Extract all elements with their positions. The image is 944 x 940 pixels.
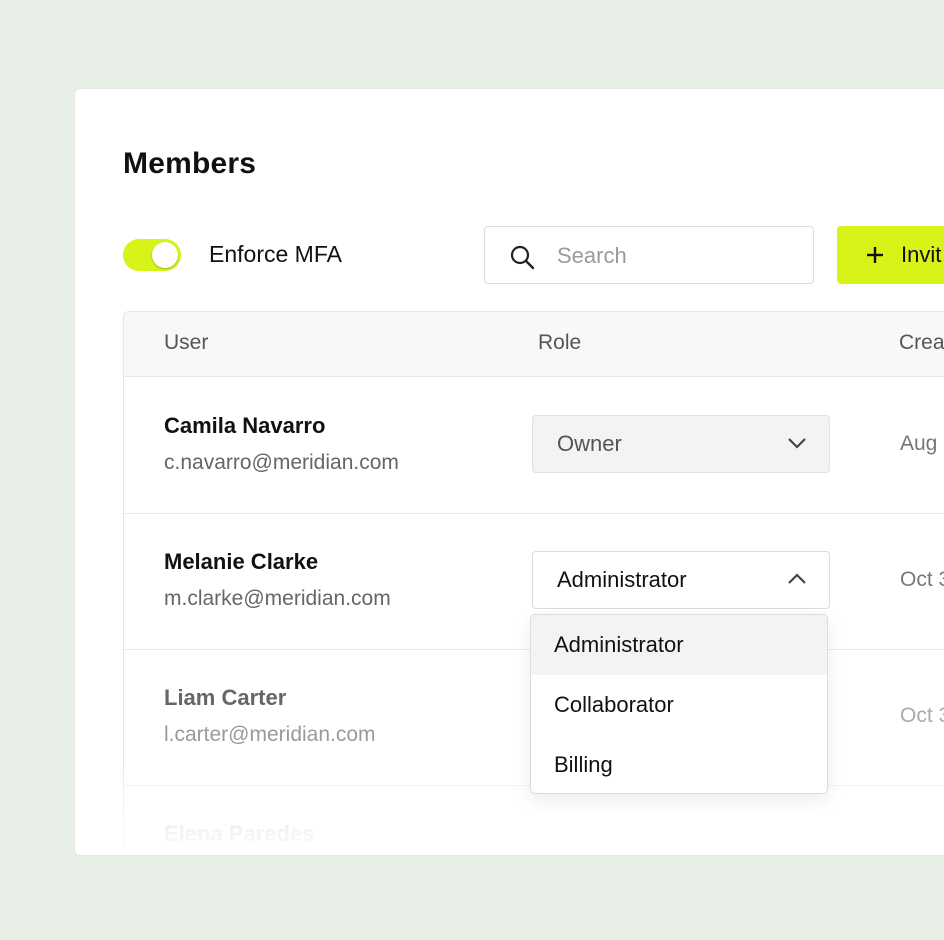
search-icon: [510, 245, 535, 270]
role-dropdown-menu: Administrator Collaborator Billing: [530, 614, 828, 794]
role-select[interactable]: Administrator: [532, 551, 830, 609]
user-name: Elena Paredes: [164, 821, 315, 846]
invite-button[interactable]: Invit: [837, 226, 944, 284]
table-header: User Role Crea: [124, 312, 944, 377]
table-row: Camila Navarro c.navarro@meridian.com Ow…: [124, 377, 944, 514]
enforce-mfa-label: Enforce MFA: [209, 241, 342, 267]
created-date: Oct 3: [900, 704, 944, 727]
role-select-value: Administrator: [557, 567, 687, 592]
user-email: m.clarke@meridian.com: [164, 587, 391, 610]
table-row: Elena Paredes: [124, 785, 944, 855]
search-input[interactable]: [555, 241, 799, 271]
search-box[interactable]: [484, 226, 814, 284]
column-header-user[interactable]: User: [164, 331, 208, 355]
role-option-billing[interactable]: Billing: [531, 735, 827, 793]
user-name: Liam Carter: [164, 685, 287, 710]
user-name: Melanie Clarke: [164, 549, 319, 574]
created-date: Oct 3: [900, 568, 944, 591]
role-option-administrator[interactable]: Administrator: [531, 615, 827, 675]
plus-icon: [867, 247, 883, 263]
role-select[interactable]: Owner: [532, 415, 830, 473]
enforce-mfa-toggle[interactable]: [123, 239, 181, 271]
user-name: Camila Navarro: [164, 413, 326, 438]
user-email: c.navarro@meridian.com: [164, 451, 399, 474]
created-date: Aug: [900, 432, 938, 455]
toggle-knob: [152, 242, 178, 268]
user-email: l.carter@meridian.com: [164, 723, 376, 746]
column-header-created[interactable]: Crea: [899, 331, 944, 355]
column-header-role[interactable]: Role: [538, 331, 581, 355]
role-select-value: Owner: [557, 431, 622, 456]
chevron-up-icon: [788, 573, 806, 584]
chevron-down-icon: [788, 438, 806, 449]
role-option-collaborator[interactable]: Collaborator: [531, 675, 827, 735]
invite-button-label: Invit: [901, 242, 942, 267]
page-title: Members: [123, 147, 257, 180]
